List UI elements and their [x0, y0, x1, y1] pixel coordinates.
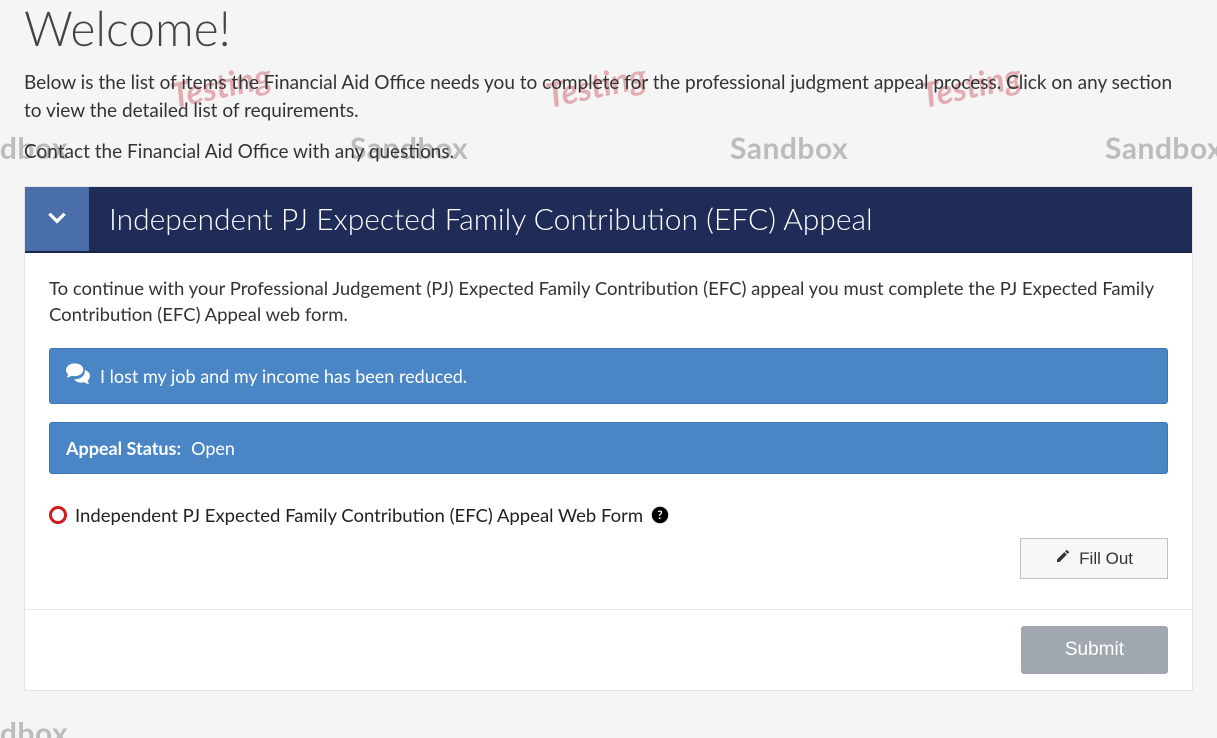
watermark-sandbox: Sandbox	[0, 715, 68, 738]
appeal-section: Independent PJ Expected Family Contribut…	[24, 186, 1193, 692]
appeal-status-bar: Appeal Status: Open	[49, 422, 1168, 474]
page-title: Welcome!	[24, 0, 1193, 57]
task-label: Independent PJ Expected Family Contribut…	[75, 504, 643, 526]
help-icon[interactable]: ?	[651, 506, 669, 524]
intro-paragraph: Below is the list of items the Financial…	[24, 69, 1193, 124]
chat-icon	[66, 363, 90, 389]
task-row: Independent PJ Expected Family Contribut…	[49, 504, 1168, 579]
appeal-status-value: Open	[191, 437, 235, 459]
appeal-status-label: Appeal Status:	[66, 437, 181, 459]
fill-out-button[interactable]: Fill Out	[1020, 538, 1168, 579]
panel-footer: Submit	[25, 609, 1192, 690]
section-instructions: To continue with your Professional Judge…	[49, 275, 1168, 329]
contact-paragraph: Contact the Financial Aid Office with an…	[24, 138, 1193, 166]
appeal-reason-text: I lost my job and my income has been red…	[100, 365, 467, 387]
svg-text:?: ?	[657, 509, 662, 522]
edit-icon	[1055, 548, 1071, 569]
collapse-toggle[interactable]	[25, 187, 89, 251]
fill-out-label: Fill Out	[1079, 549, 1133, 569]
section-title: Independent PJ Expected Family Contribut…	[89, 187, 1192, 251]
section-header[interactable]: Independent PJ Expected Family Contribut…	[25, 187, 1192, 253]
status-circle-icon	[49, 506, 67, 524]
appeal-reason-bar: I lost my job and my income has been red…	[49, 348, 1168, 404]
chevron-down-icon	[44, 204, 70, 234]
submit-button[interactable]: Submit	[1021, 626, 1168, 674]
